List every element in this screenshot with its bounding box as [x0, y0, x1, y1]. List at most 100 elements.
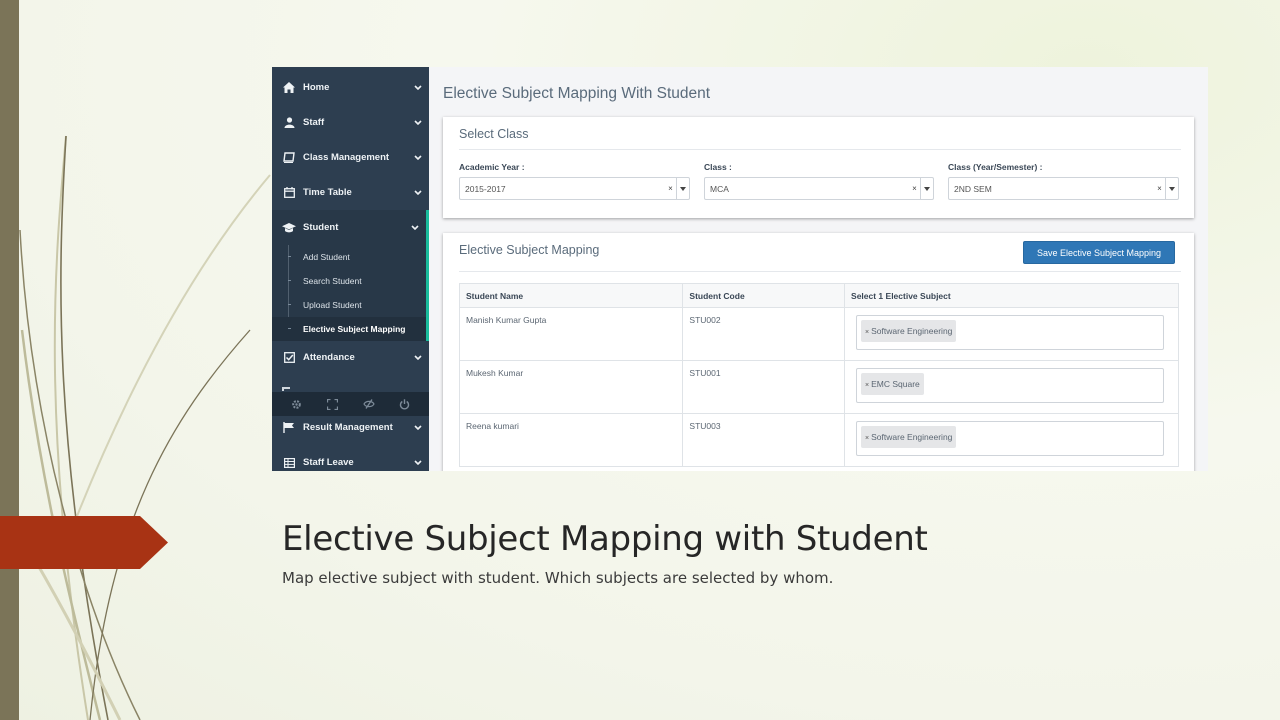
sidebar-item-time-table[interactable]: Time Table	[272, 175, 429, 210]
sidebar-item-label: Student	[303, 222, 339, 233]
elective-mapping-panel: Elective Subject Mapping Save Elective S…	[443, 233, 1194, 471]
sidebar-item-label: Class Management	[303, 152, 390, 163]
class-semester-label: Class (Year/Semester) :	[948, 162, 1043, 172]
elective-subject-multiselect[interactable]: × Software Engineering	[856, 315, 1165, 350]
tag-label: Software Engineering	[871, 326, 953, 336]
chevron-down-icon	[407, 425, 429, 430]
remove-tag-icon[interactable]: ×	[865, 329, 869, 336]
submenu-item-add-student[interactable]: Add Student	[272, 245, 426, 269]
calendar-icon	[282, 187, 296, 198]
dropdown-arrow-icon[interactable]	[1165, 178, 1178, 199]
slide-arrow-marker	[0, 516, 168, 569]
sidebar-item-class-management[interactable]: Class Management	[272, 140, 429, 175]
sidebar-item-home[interactable]: Home	[272, 70, 429, 105]
remove-tag-icon[interactable]: ×	[865, 382, 869, 389]
clear-icon[interactable]: ×	[909, 184, 920, 193]
sidebar-item-label: Staff Leave	[303, 457, 354, 468]
app-screenshot: Home Staff Class Management Time Table S…	[272, 67, 1208, 471]
divider	[459, 149, 1181, 150]
elective-subject-cell: × Software Engineering	[844, 413, 1179, 467]
home-icon	[282, 82, 296, 93]
tag-label: EMC Square	[871, 379, 920, 389]
selected-subject-tag: × Software Engineering	[861, 320, 957, 342]
sidebar-item-label: Attendance	[303, 352, 355, 363]
submenu-item-label: Add Student	[303, 252, 350, 262]
tag-label: Software Engineering	[871, 432, 953, 442]
remove-tag-icon[interactable]: ×	[865, 435, 869, 442]
clear-icon[interactable]: ×	[665, 184, 676, 193]
table-icon	[282, 457, 296, 468]
student-code-cell: STU001	[682, 360, 846, 414]
class-select[interactable]: MCA ×	[704, 177, 934, 200]
user-icon	[282, 117, 296, 128]
academic-year-label: Academic Year :	[459, 162, 525, 172]
sidebar-item-label: Home	[303, 82, 330, 93]
table-row: Manish Kumar Gupta STU002 × Software Engi…	[458, 307, 1179, 361]
chevron-down-icon	[407, 85, 429, 90]
select-value: MCA	[710, 183, 729, 194]
student-name-cell: Mukesh Kumar	[458, 360, 684, 414]
class-label: Class :	[704, 162, 732, 172]
submenu-item-upload-student[interactable]: Upload Student	[272, 293, 426, 317]
checkbox-icon	[282, 352, 296, 363]
elective-subject-cell: × Software Engineering	[844, 307, 1179, 361]
student-name-cell: Manish Kumar Gupta	[458, 307, 684, 361]
academic-year-select[interactable]: 2015-2017 ×	[459, 177, 690, 200]
sidebar-item-staff-leave[interactable]: Staff Leave	[272, 445, 429, 471]
student-code-cell: STU002	[682, 307, 846, 361]
elective-subject-multiselect[interactable]: × EMC Square	[856, 368, 1165, 403]
student-mapping-table: Student Name Student Code Select 1 Elect…	[458, 283, 1179, 467]
column-header-student-code: Student Code	[682, 283, 846, 308]
select-class-panel: Select Class Academic Year : 2015-2017 ×…	[443, 117, 1194, 218]
sidebar: Home Staff Class Management Time Table S…	[272, 67, 429, 471]
submenu-item-label: Elective Subject Mapping	[303, 324, 406, 334]
chevron-down-icon	[407, 460, 429, 465]
submenu-item-label: Upload Student	[303, 300, 362, 310]
elective-subject-multiselect[interactable]: × Software Engineering	[856, 421, 1165, 456]
chevron-down-icon	[407, 190, 429, 195]
sidebar-item-student[interactable]: Student	[272, 210, 429, 245]
sidebar-item-label: Result Management	[303, 422, 393, 433]
sidebar-item-result-management[interactable]: Result Management	[272, 410, 429, 445]
sidebar-item-label: Time Table	[303, 187, 352, 198]
column-header-student-name: Student Name	[458, 283, 684, 308]
student-name-cell: Reena kumari	[458, 413, 684, 467]
sidebar-item-staff[interactable]: Staff	[272, 105, 429, 140]
column-header-elective-subject: Select 1 Elective Subject	[844, 283, 1179, 308]
selected-subject-tag: × EMC Square	[861, 373, 924, 395]
dropdown-arrow-icon[interactable]	[676, 178, 689, 199]
table-row: Mukesh Kumar STU001 × EMC Square	[458, 360, 1179, 414]
selected-subject-tag: × Software Engineering	[861, 426, 957, 448]
flag-icon	[282, 422, 296, 433]
book-icon	[282, 152, 296, 163]
slide-title: Elective Subject Mapping with Student	[282, 519, 928, 559]
table-row: Reena kumari STU003 × Software Engineerin…	[458, 413, 1179, 467]
sidebar-item-label: Staff	[303, 117, 325, 128]
submenu-item-label: Search Student	[303, 276, 362, 286]
submenu-item-search-student[interactable]: Search Student	[272, 269, 426, 293]
page-title: Elective Subject Mapping With Student	[443, 85, 711, 102]
save-elective-mapping-button[interactable]: Save Elective Subject Mapping	[1023, 241, 1175, 264]
divider	[459, 271, 1181, 272]
student-submenu: Add Student Search Student Upload Studen…	[272, 245, 429, 341]
dropdown-arrow-icon[interactable]	[920, 178, 933, 199]
chevron-down-icon	[404, 225, 426, 230]
panel-heading: Select Class	[459, 127, 529, 141]
hidden-menu-item-icon	[282, 387, 290, 391]
student-code-cell: STU003	[682, 413, 846, 467]
clear-icon[interactable]: ×	[1154, 184, 1165, 193]
chevron-down-icon	[407, 120, 429, 125]
graduation-cap-icon	[282, 222, 296, 233]
table-header-row: Student Name Student Code Select 1 Elect…	[458, 283, 1179, 308]
select-value: 2ND SEM	[954, 183, 992, 194]
decorative-curves	[19, 135, 271, 720]
select-value: 2015-2017	[465, 183, 506, 194]
submenu-item-elective-subject-mapping[interactable]: Elective Subject Mapping	[272, 317, 426, 341]
elective-subject-cell: × EMC Square	[844, 360, 1179, 414]
class-semester-select[interactable]: 2ND SEM ×	[948, 177, 1179, 200]
sidebar-item-attendance[interactable]: Attendance	[272, 340, 429, 375]
chevron-down-icon	[407, 155, 429, 160]
chevron-down-icon	[407, 355, 429, 360]
panel-heading: Elective Subject Mapping	[459, 243, 600, 257]
slide-subtitle: Map elective subject with student. Which…	[282, 569, 834, 587]
